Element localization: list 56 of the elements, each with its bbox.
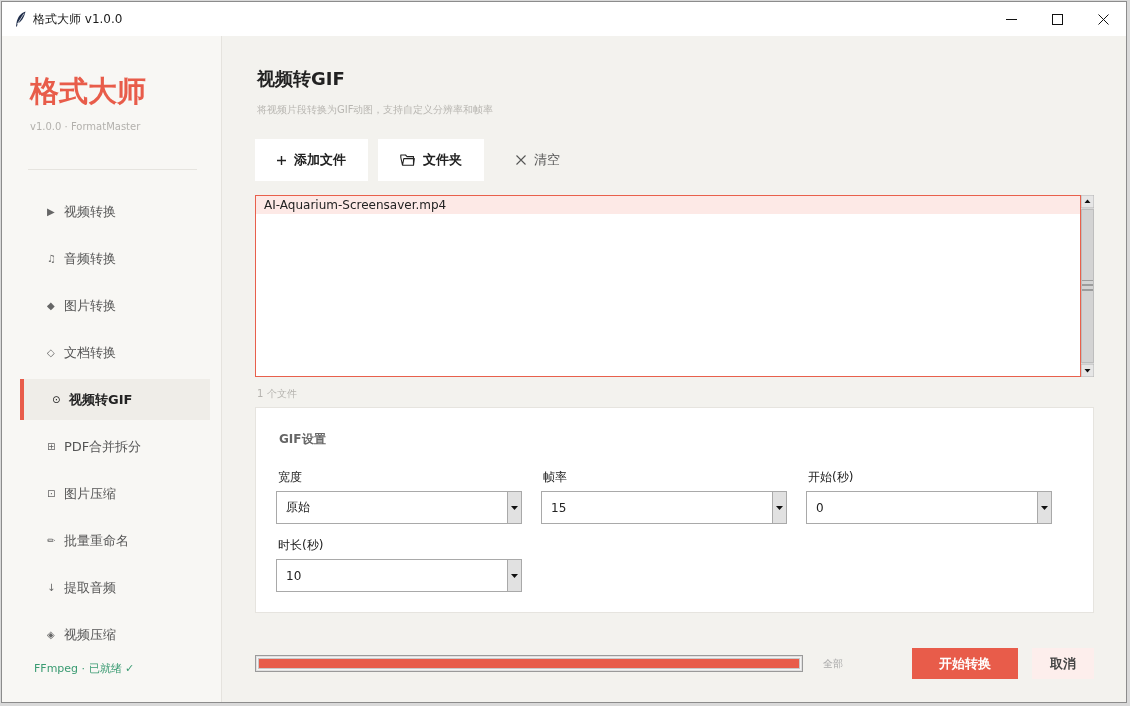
music-note-icon: ♫ <box>47 253 56 264</box>
sidebar-item[interactable]: ♫ 音频转换 <box>20 238 210 279</box>
sidebar-item[interactable]: ◆ 图片转换 <box>20 285 210 326</box>
file-list[interactable]: AI-Aquarium-Screensaver.mp4 <box>255 195 1081 377</box>
plus-icon <box>277 155 286 165</box>
target-icon: ⊙ <box>52 394 61 405</box>
down-arrow-icon: ↓ <box>47 582 56 593</box>
caret-icon <box>507 492 521 523</box>
field-label: 时长(秒) <box>278 537 324 553</box>
app-logo: 格式大师 <box>30 73 146 109</box>
square-icon: ⊡ <box>47 488 56 499</box>
clear-button[interactable]: 清空 <box>506 139 570 181</box>
add-files-button[interactable]: 添加文件 <box>255 139 368 181</box>
diamond-icon: ◈ <box>47 629 55 640</box>
scroll-down-icon <box>1081 364 1094 377</box>
caret-icon <box>1037 492 1051 523</box>
sidebar-item[interactable]: ◇ 文档转换 <box>20 332 210 373</box>
file-row[interactable]: AI-Aquarium-Screensaver.mp4 <box>256 196 1080 214</box>
dropdown[interactable]: 原始 <box>276 491 522 524</box>
play-icon: ▶ <box>47 206 55 217</box>
caret-icon <box>507 560 521 591</box>
sidebar-item[interactable]: ▶ 视频转换 <box>20 191 210 232</box>
sidebar-item[interactable]: ⊡ 图片压缩 <box>20 473 210 514</box>
pencil-icon: ✏ <box>47 535 56 546</box>
caret-icon <box>772 492 786 523</box>
cancel-button[interactable]: 取消 <box>1032 648 1094 679</box>
grid-icon: ⊞ <box>47 441 56 452</box>
sidebar-item[interactable]: ⊙ 视频转GIF <box>20 379 210 420</box>
window-title: 格式大师 v1.0.0 <box>33 10 123 28</box>
feather-icon <box>15 11 26 27</box>
scrollbar-thumb[interactable] <box>1081 209 1094 363</box>
page-title: 视频转GIF <box>257 67 345 91</box>
dropdown[interactable]: 0 <box>806 491 1052 524</box>
field-label: 开始(秒) <box>808 469 854 485</box>
status-text: FFmpeg · 已就绪 ✓ <box>34 662 135 676</box>
field-label: 帧率 <box>543 469 567 485</box>
section-title: GIF设置 <box>279 432 326 446</box>
folder-icon <box>400 154 415 166</box>
sidebar-item[interactable]: ◈ 视频压缩 <box>20 614 210 655</box>
maximize-icon <box>1051 13 1063 25</box>
field-label: 宽度 <box>278 469 302 485</box>
diamond-icon: ◆ <box>47 300 55 311</box>
sidebar-item[interactable]: ⊞ PDF合并拆分 <box>20 426 210 467</box>
close-icon <box>516 155 526 165</box>
dropdown[interactable]: 15 <box>541 491 787 524</box>
scroll-up-icon <box>1081 195 1094 208</box>
diamond-outline-icon: ◇ <box>47 347 55 358</box>
folder-button[interactable]: 文件夹 <box>378 139 484 181</box>
sidebar-item[interactable]: ✏ 批量重命名 <box>20 520 210 561</box>
status-text: 全部 <box>823 656 843 671</box>
version-text: v1.0.0 · FormatMaster <box>30 120 141 134</box>
close-icon <box>1097 13 1109 25</box>
minimize-icon <box>1005 18 1017 20</box>
scrollbar[interactable] <box>1081 195 1094 377</box>
sidebar-item[interactable]: ↓ 提取音频 <box>20 567 210 608</box>
dropdown[interactable]: 10 <box>276 559 522 592</box>
